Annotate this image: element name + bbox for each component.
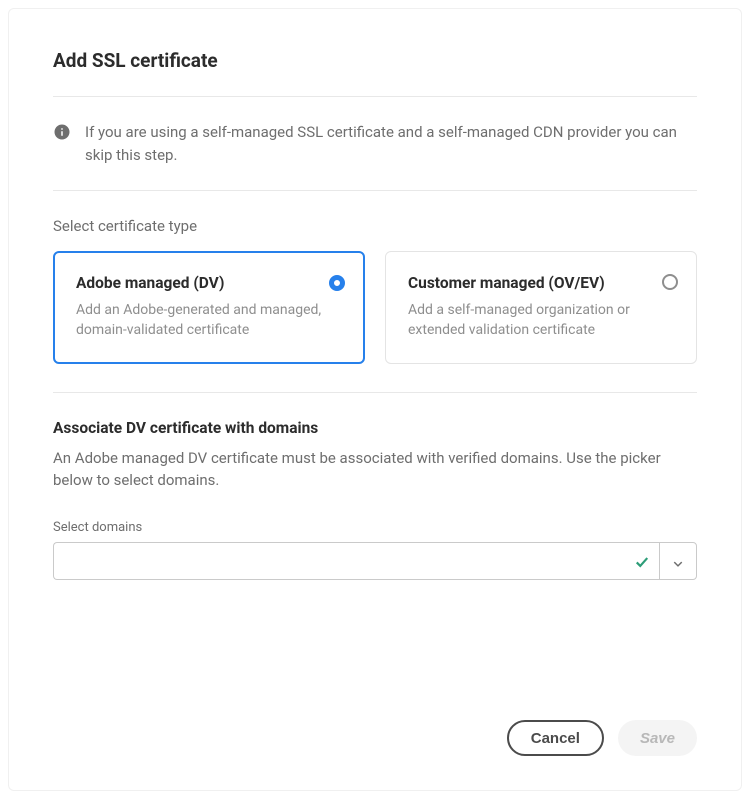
associate-section-desc: An Adobe managed DV certificate must be … bbox=[53, 447, 697, 492]
select-domains-toggle[interactable] bbox=[659, 542, 697, 580]
dialog-footer: Cancel Save bbox=[507, 720, 697, 756]
save-button[interactable]: Save bbox=[618, 720, 697, 756]
add-ssl-certificate-dialog: Add SSL certificate If you are using a s… bbox=[8, 8, 742, 791]
associate-section-title: Associate DV certificate with domains bbox=[53, 419, 697, 437]
divider bbox=[53, 392, 697, 393]
dialog-title: Add SSL certificate bbox=[53, 49, 697, 72]
radio-unchecked-icon bbox=[662, 274, 678, 290]
cert-option-desc: Add an Adobe-generated and managed, doma… bbox=[76, 300, 344, 341]
select-domains-label: Select domains bbox=[53, 520, 697, 535]
radio-checked-icon bbox=[329, 275, 345, 291]
cert-option-desc: Add a self-managed organization or exten… bbox=[408, 300, 676, 341]
cancel-button[interactable]: Cancel bbox=[507, 720, 604, 756]
checkmark-icon bbox=[635, 554, 649, 568]
chevron-down-icon bbox=[672, 555, 684, 567]
cert-type-options: Adobe managed (DV) Add an Adobe-generate… bbox=[53, 251, 697, 364]
info-icon bbox=[53, 123, 71, 141]
cert-option-title: Adobe managed (DV) bbox=[76, 274, 344, 292]
divider bbox=[53, 190, 697, 191]
cert-option-title: Customer managed (OV/EV) bbox=[408, 274, 676, 292]
select-domains-input[interactable] bbox=[53, 542, 659, 580]
info-text: If you are using a self-managed SSL cert… bbox=[85, 121, 697, 166]
cert-type-label: Select certificate type bbox=[53, 217, 697, 235]
select-domains-field[interactable] bbox=[53, 542, 697, 580]
cert-option-customer-managed[interactable]: Customer managed (OV/EV) Add a self-mana… bbox=[385, 251, 697, 364]
info-banner: If you are using a self-managed SSL cert… bbox=[53, 97, 697, 190]
cert-option-adobe-managed[interactable]: Adobe managed (DV) Add an Adobe-generate… bbox=[53, 251, 365, 364]
